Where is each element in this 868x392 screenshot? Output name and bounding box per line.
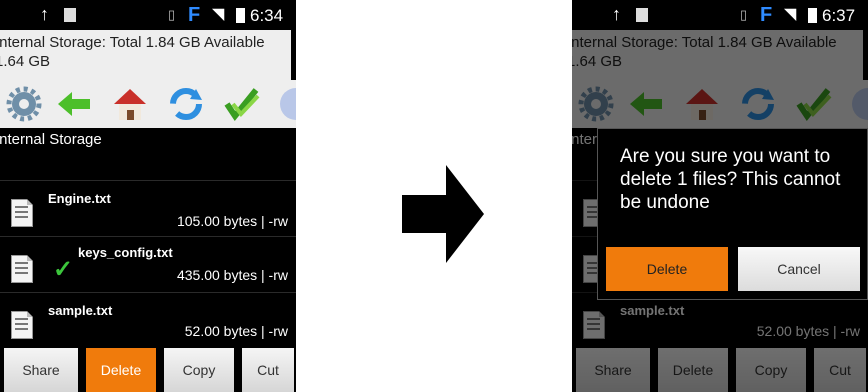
dialog-cancel-button[interactable]: Cancel — [738, 247, 860, 291]
wifi-icon: ◥ — [784, 6, 797, 23]
status-bar: ↑ ▯ F ◥ 6:34 — [0, 0, 296, 30]
globe-icon[interactable] — [278, 86, 296, 122]
text-file-icon — [11, 311, 33, 339]
file-name: keys_config.txt — [78, 245, 173, 260]
file-name: Engine.txt — [48, 191, 111, 206]
dialog-delete-button[interactable]: Delete — [606, 247, 728, 291]
app-notification-icon: F — [760, 4, 773, 26]
current-path: Internal Storage — [0, 128, 291, 180]
app-notification-icon: F — [188, 4, 201, 26]
battery-icon — [808, 8, 817, 23]
right-arrow-icon — [402, 165, 484, 263]
sim-card-icon — [636, 8, 648, 22]
delete-button[interactable]: Delete — [86, 348, 156, 392]
copy-button[interactable]: Copy — [164, 348, 234, 392]
cut-button[interactable]: Cut — [242, 348, 294, 392]
storage-info-line2: 1.64 GB — [0, 53, 51, 70]
toolbar — [0, 80, 296, 128]
status-time: 6:34 — [250, 6, 284, 25]
file-row[interactable]: ✓ keys_config.txt 435.00 bytes | -rw — [0, 236, 296, 292]
storage-info-line1: Internal Storage: Total 1.84 GB Availabl… — [0, 34, 265, 51]
upload-icon: ↑ — [612, 4, 621, 24]
status-bar: ↑ ▯ F ◥ 6:37 — [572, 0, 868, 30]
vibrate-icon: ▯ — [168, 7, 176, 22]
sim-card-icon — [64, 8, 76, 22]
back-arrow-icon[interactable] — [56, 86, 92, 122]
home-icon[interactable] — [112, 86, 148, 122]
file-meta: 105.00 bytes | -rw — [176, 213, 288, 229]
file-meta: 435.00 bytes | -rw — [176, 267, 288, 283]
dialog-message: Are you sure you want to delete 1 files?… — [620, 146, 841, 213]
right-screen: ↑ ▯ F ◥ 6:37 Internal Storage: Total 1.8… — [572, 0, 868, 392]
wifi-icon: ◥ — [212, 6, 225, 23]
confirm-delete-dialog: Are you sure you want to delete 1 files?… — [597, 128, 868, 300]
file-name: sample.txt — [48, 303, 113, 318]
status-time: 6:37 — [822, 6, 856, 25]
selected-check-icon: ✓ — [53, 256, 74, 283]
file-row[interactable]: Engine.txt 105.00 bytes | -rw — [0, 180, 296, 236]
select-all-check-icon[interactable] — [224, 86, 260, 122]
upload-icon: ↑ — [40, 4, 49, 24]
file-meta: 52.00 bytes | -rw — [184, 323, 288, 339]
text-file-icon — [11, 199, 33, 227]
refresh-icon[interactable] — [168, 86, 204, 122]
gear-icon[interactable] — [6, 86, 42, 122]
battery-icon — [236, 8, 245, 23]
left-screen: ↑ ▯ F ◥ 6:34 Internal Storage: Total 1.8… — [0, 0, 296, 392]
file-row[interactable]: sample.txt 52.00 bytes | -rw — [0, 292, 296, 348]
vibrate-icon: ▯ — [740, 7, 748, 22]
bottom-action-bar: Share Delete Copy Cut — [0, 348, 296, 392]
share-button[interactable]: Share — [4, 348, 78, 392]
storage-info: Internal Storage: Total 1.84 GB Availabl… — [0, 30, 291, 80]
text-file-icon — [11, 255, 33, 283]
